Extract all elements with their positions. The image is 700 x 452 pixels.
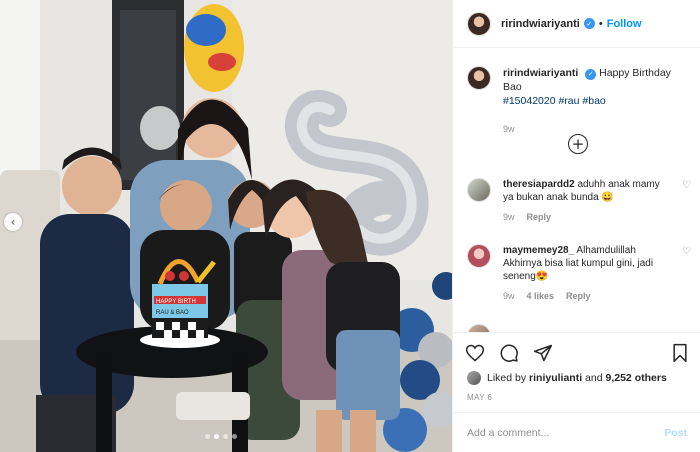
header-separator: • [598, 17, 603, 30]
comment-meta: 9w 4 likes Reply [503, 291, 691, 301]
caption-body: ririndwiariyanti ✓ Happy Birthday Bao #1… [503, 66, 691, 136]
caption-author-avatar[interactable] [467, 66, 491, 90]
commenter-username[interactable]: maymemey28_ [503, 245, 574, 256]
comment-age: 9w [503, 212, 515, 222]
comment-likes-count[interactable]: 4 likes [527, 291, 555, 301]
post-caption: ririndwiariyanti ✓ Happy Birthday Bao #1… [467, 66, 691, 136]
reply-button[interactable]: Reply [566, 291, 591, 301]
carousel-dot-active [214, 434, 219, 439]
chevron-left-icon: ‹ [10, 215, 16, 229]
comment-item: maymemey28_ Alhamdulillah Akhirnya bisa … [467, 244, 691, 301]
reply-button[interactable]: Reply [527, 212, 552, 222]
comment-item: theresiapardd2 aduhh anak mamy ya bukan … [467, 178, 691, 222]
carousel-dot [205, 434, 210, 439]
birthday-photo-illustration: HAPPY BIRTH RAU & BAO [0, 0, 452, 452]
liker-avatar[interactable] [467, 371, 481, 385]
commenter-avatar[interactable] [467, 324, 491, 332]
share-paper-plane-icon[interactable] [533, 343, 553, 368]
verified-badge-icon: ✓ [585, 68, 597, 80]
carousel-dot [232, 434, 237, 439]
author-avatar[interactable] [467, 11, 491, 36]
post-actions-section: Liked by riniyulianti and 9,252 others M… [453, 332, 700, 422]
comment-age: 9w [503, 291, 515, 301]
carousel-dot [223, 434, 228, 439]
caption-hashtags[interactable]: #15042020 #rau #bao [503, 95, 606, 107]
add-comment-bar: Post [453, 412, 700, 452]
cake-text-top: HAPPY BIRTH [156, 299, 196, 305]
comment-body: maymemey28_ Alhamdulillah Akhirnya bisa … [503, 244, 671, 283]
cake-text-bottom: RAU & BAO [156, 310, 189, 316]
post-header: ririndwiariyanti ✓ • Follow [453, 0, 700, 48]
post-date[interactable]: MAY 6 [467, 393, 492, 402]
commenter-avatar[interactable] [467, 178, 491, 202]
action-icons [465, 343, 553, 368]
liked-by-others[interactable]: 9,252 others [606, 372, 667, 384]
carousel-indicator [205, 434, 237, 439]
commenter-avatar[interactable] [467, 244, 491, 268]
author-username[interactable]: ririndwiariyanti [501, 18, 580, 30]
heart-icon[interactable] [465, 343, 485, 368]
add-comment-input[interactable] [467, 426, 665, 439]
verified-badge-icon: ✓ [583, 18, 595, 29]
like-comment-heart-icon[interactable]: ♡ [682, 246, 691, 257]
comment-bubble-icon[interactable] [499, 343, 519, 368]
caption-username[interactable]: ririndwiariyanti [503, 67, 578, 79]
comment-body: theresiapardd2 aduhh anak mamy ya bukan … [503, 178, 671, 204]
liked-by-summary: Liked by riniyulianti and 9,252 others [467, 371, 667, 385]
follow-button[interactable]: Follow [607, 18, 642, 30]
comments-list[interactable]: ririndwiariyanti ✓ Happy Birthday Bao #1… [453, 48, 700, 332]
like-comment-heart-icon[interactable]: ♡ [682, 180, 691, 191]
liked-by-and: and [585, 372, 603, 384]
caption-age: 9w [503, 124, 515, 134]
comment-meta: 9w Reply [503, 212, 691, 222]
previous-image-button[interactable]: ‹ [4, 213, 22, 231]
post-photo[interactable]: HAPPY BIRTH RAU & BAO ‹ [0, 0, 452, 452]
liked-by-prefix: Liked by [487, 372, 527, 384]
plus-circle-icon: + [571, 134, 585, 153]
post-side-panel: ririndwiariyanti ✓ • Follow ririndwiariy… [452, 0, 700, 452]
load-more-comments-button[interactable]: + [568, 134, 588, 154]
commenter-username[interactable]: theresiapardd2 [503, 179, 575, 190]
liked-by-user[interactable]: riniyulianti [529, 372, 582, 384]
post-comment-button[interactable]: Post [664, 427, 687, 439]
bookmark-icon[interactable] [671, 343, 689, 368]
